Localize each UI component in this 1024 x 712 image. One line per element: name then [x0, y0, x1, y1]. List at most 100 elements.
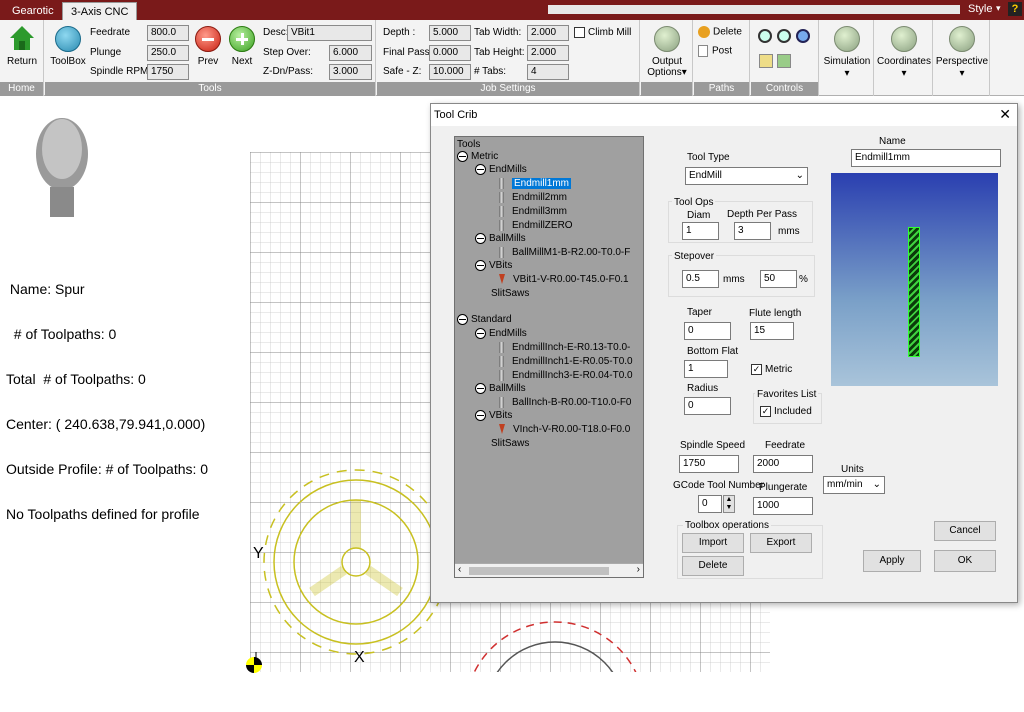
toolbox-icon[interactable]: [55, 26, 81, 52]
cancel-button[interactable]: Cancel: [934, 521, 996, 541]
chevron-down-icon[interactable]: ▾: [934, 68, 990, 79]
checkbox-checked-icon[interactable]: ✓: [751, 364, 762, 375]
scroll-right-icon[interactable]: ›: [637, 564, 640, 575]
tree-item-endmill2mm[interactable]: Endmill2mm: [499, 192, 567, 203]
climb-mill-checkbox[interactable]: Climb Mill: [574, 27, 631, 38]
included-checkbox[interactable]: ✓ Included: [760, 406, 812, 417]
stepover-pct-input[interactable]: 50: [760, 270, 797, 288]
tree-endmills[interactable]: EndMills: [475, 164, 527, 175]
tree-vbits[interactable]: VBits: [475, 260, 512, 271]
collapse-icon[interactable]: [475, 410, 486, 421]
perspective-icon[interactable]: [949, 26, 975, 52]
tree-standard[interactable]: Standard: [457, 314, 512, 325]
scroll-thumb[interactable]: [469, 567, 609, 575]
stepover-mm-input[interactable]: 0.5: [682, 270, 719, 288]
horizontal-scrollbar[interactable]: ‹ ›: [455, 563, 643, 577]
return-button[interactable]: Return: [0, 56, 44, 67]
tree-root[interactable]: Tools: [457, 139, 480, 150]
simulation-icon[interactable]: [834, 26, 860, 52]
tree-std-ballmills[interactable]: BallMills: [475, 383, 526, 394]
zoom-in-icon[interactable]: [777, 29, 791, 43]
name-input[interactable]: Endmill1mm: [851, 149, 1001, 167]
output-options-icon[interactable]: [654, 26, 680, 52]
feedrate-input[interactable]: 800.0: [147, 25, 189, 41]
post-button[interactable]: Post: [698, 45, 732, 57]
tab-gearotic[interactable]: Gearotic: [4, 2, 62, 20]
zdn-input[interactable]: 3.000: [329, 64, 372, 80]
apply-button[interactable]: Apply: [863, 550, 921, 572]
collapse-icon[interactable]: [475, 164, 486, 175]
metric-checkbox[interactable]: ✓ Metric: [751, 364, 792, 375]
diam-input[interactable]: 1: [682, 222, 719, 240]
stepover-input[interactable]: 6.000: [329, 45, 372, 61]
coordinates-button[interactable]: Coordinates: [875, 56, 933, 67]
zoom-fit-icon[interactable]: [796, 29, 810, 43]
toolbox-button[interactable]: ToolBox: [47, 56, 89, 67]
view-texture-icon[interactable]: [777, 54, 791, 68]
collapse-icon[interactable]: [475, 328, 486, 339]
chevron-down-icon[interactable]: ▾: [875, 68, 933, 79]
spinner-icon[interactable]: ▲ ▼: [723, 495, 735, 513]
delete-tool-button[interactable]: Delete: [682, 556, 744, 576]
bottom-flat-input[interactable]: 1: [684, 360, 728, 378]
tree-item-std-endmill1[interactable]: EndmillInch1-E-R0.05-T0.0: [499, 356, 633, 367]
tree-item-std-vbit[interactable]: VInch-V-R0.00-T18.0-F0.0: [499, 424, 630, 435]
tree-item-std-ballmill[interactable]: BallInch-B-R0.00-T10.0-F0: [499, 397, 632, 408]
tree-std-vbits[interactable]: VBits: [475, 410, 512, 421]
plungerate-input[interactable]: 1000: [753, 497, 813, 515]
delete-path-button[interactable]: Delete: [698, 26, 742, 38]
safe-z-input[interactable]: 10.000: [429, 64, 471, 80]
simulation-button[interactable]: Simulation: [820, 56, 874, 67]
collapse-icon[interactable]: [475, 233, 486, 244]
checkbox-checked-icon[interactable]: ✓: [760, 406, 771, 417]
tool-tree[interactable]: Tools Metric EndMills Endmill1mm Endmill…: [454, 136, 644, 578]
tree-slitsaws[interactable]: SlitSaws: [491, 288, 529, 299]
close-icon[interactable]: ✕: [999, 106, 1011, 123]
tree-metric[interactable]: Metric: [457, 151, 498, 162]
flute-length-input[interactable]: 15: [750, 322, 794, 340]
collapse-icon[interactable]: [475, 383, 486, 394]
tree-ballmills[interactable]: BallMills: [475, 233, 526, 244]
radius-input[interactable]: 0: [684, 397, 731, 415]
home-icon[interactable]: [8, 24, 36, 52]
collapse-icon[interactable]: [457, 151, 468, 162]
num-tabs-input[interactable]: 4: [527, 64, 569, 80]
view-image-icon[interactable]: [759, 54, 773, 68]
collapse-icon[interactable]: [457, 314, 468, 325]
tree-item-std-endmill[interactable]: EndmillInch-E-R0.13-T0.0-: [499, 342, 630, 353]
tab-height-input[interactable]: 2.000: [527, 45, 569, 61]
depth-input[interactable]: 5.000: [429, 25, 471, 41]
feedrate-input[interactable]: 2000: [753, 455, 813, 473]
prev-icon[interactable]: [195, 26, 221, 52]
perspective-button[interactable]: Perspective: [934, 56, 990, 67]
tree-std-slitsaws[interactable]: SlitSaws: [491, 438, 529, 449]
scroll-left-icon[interactable]: ‹: [458, 564, 461, 575]
import-button[interactable]: Import: [682, 533, 744, 553]
taper-input[interactable]: 0: [684, 322, 731, 340]
ok-button[interactable]: OK: [934, 550, 996, 572]
tree-item-std-endmill3[interactable]: EndmillInch3-E-R0.04-T0.0: [499, 370, 633, 381]
units-select[interactable]: mm/min ⌄: [823, 476, 885, 494]
coordinates-icon[interactable]: [891, 26, 917, 52]
tree-std-endmills[interactable]: EndMills: [475, 328, 527, 339]
tree-item-endmill1mm[interactable]: Endmill1mm: [499, 178, 572, 190]
style-menu[interactable]: Style: [968, 3, 992, 15]
desc-input[interactable]: VBit1: [287, 25, 372, 41]
checkbox-icon[interactable]: [574, 27, 585, 38]
tab-width-input[interactable]: 2.000: [527, 25, 569, 41]
next-button[interactable]: Next: [225, 56, 259, 67]
chevron-down-icon[interactable]: ▾: [820, 68, 874, 79]
depth-per-pass-input[interactable]: 3: [734, 222, 771, 240]
tree-item-endmill3mm[interactable]: Endmill3mm: [499, 206, 567, 217]
export-button[interactable]: Export: [750, 533, 812, 553]
output-options-button[interactable]: Output Options▾: [641, 56, 693, 78]
help-icon[interactable]: ?: [1008, 2, 1022, 16]
zoom-out-icon[interactable]: [758, 29, 772, 43]
next-icon[interactable]: [229, 26, 255, 52]
tree-item-endmillzero[interactable]: EndmillZERO: [499, 220, 573, 231]
final-pass-input[interactable]: 0.000: [429, 45, 471, 61]
gcode-tool-number-input[interactable]: 0: [698, 495, 722, 513]
style-dropdown-icon[interactable]: ▾: [996, 3, 1006, 15]
tab-3axis-cnc[interactable]: 3-Axis CNC: [62, 2, 138, 20]
spindle-speed-input[interactable]: 1750: [679, 455, 739, 473]
